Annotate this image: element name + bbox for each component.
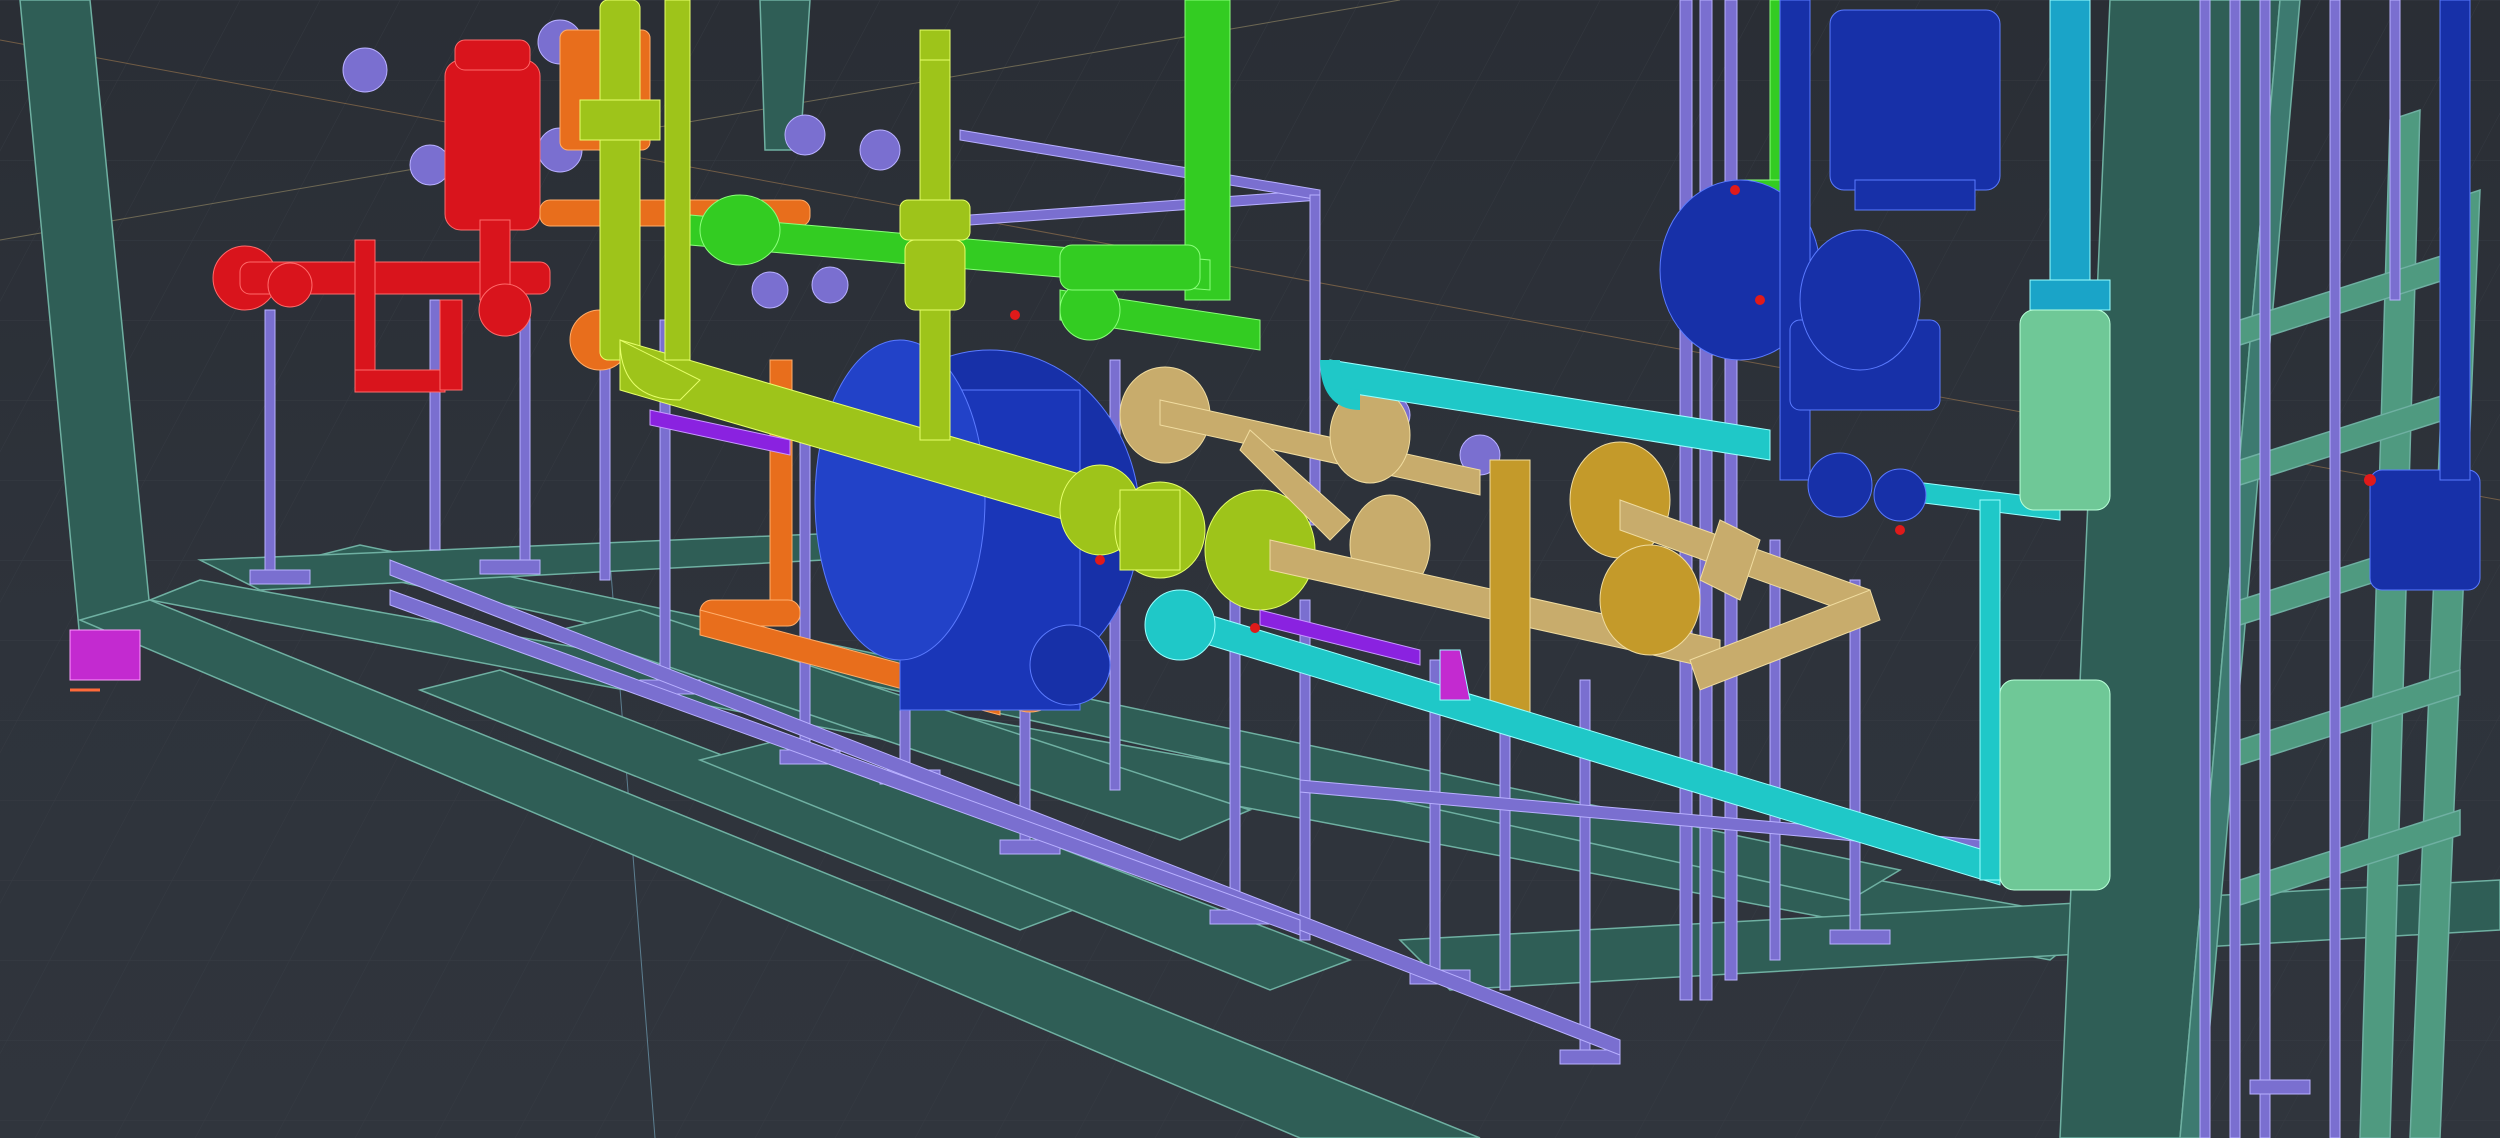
piping-skid-model[interactable] [0,0,2500,1138]
3d-viewport[interactable] [0,0,2500,1138]
